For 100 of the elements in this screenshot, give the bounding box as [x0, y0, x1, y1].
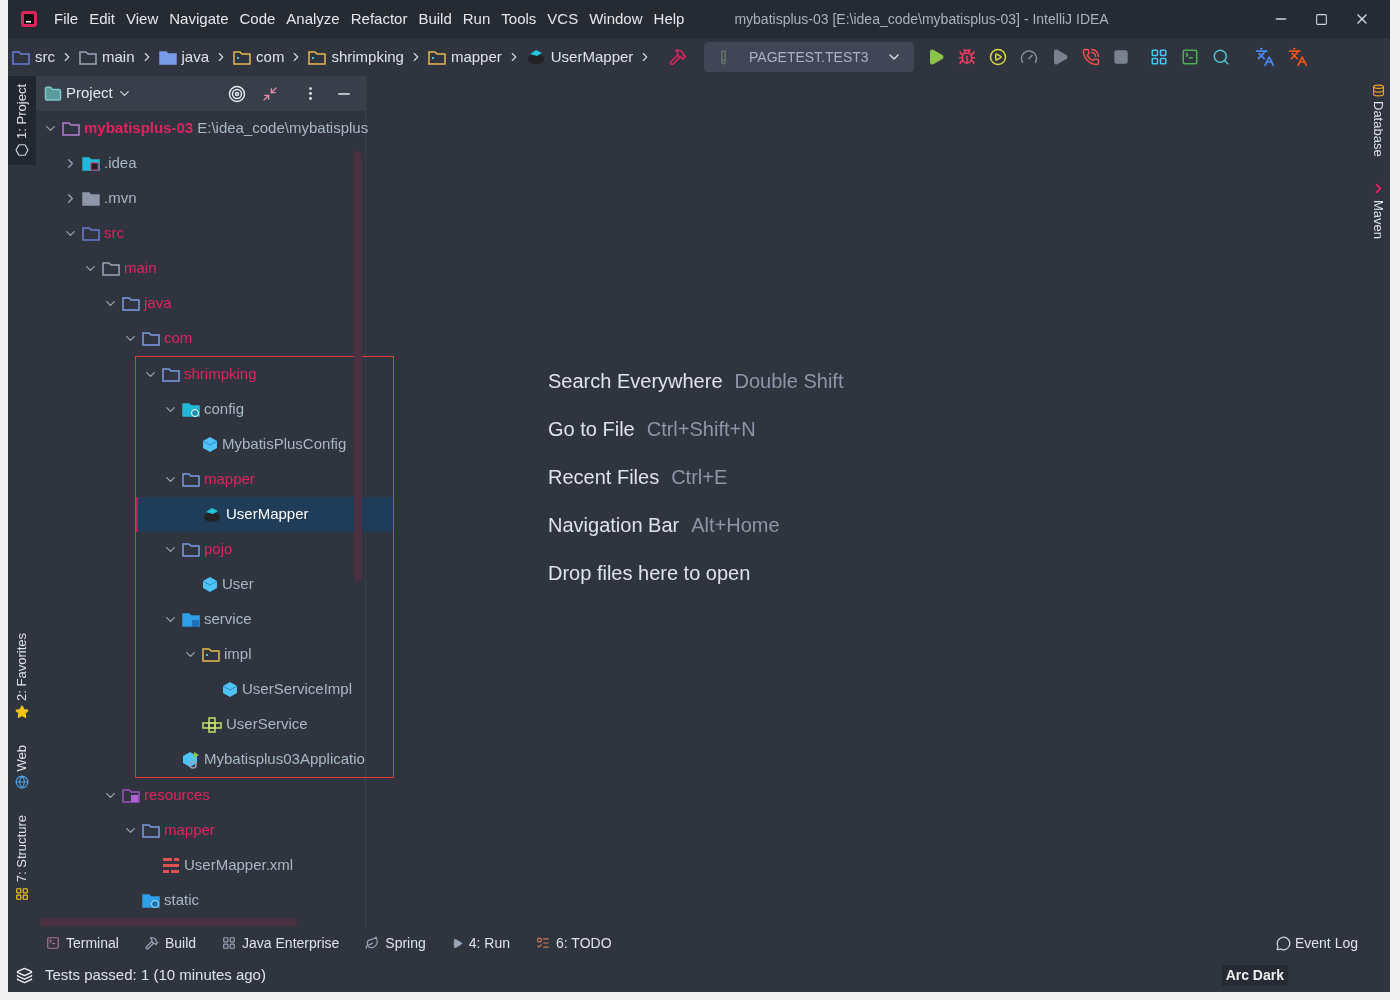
play-icon[interactable] [1051, 48, 1070, 66]
module-icon [15, 142, 29, 157]
tree-item[interactable]: User [136, 567, 393, 602]
menu-item[interactable]: Navigate [169, 7, 229, 31]
hexagon-icon [202, 436, 218, 453]
translate-icon[interactable] [1288, 47, 1309, 67]
coverage-icon[interactable] [989, 48, 1008, 66]
tree-item[interactable]: static [36, 883, 365, 918]
tool-window-tab[interactable]: 2: Favorites [8, 624, 36, 727]
tree-item[interactable]: .idea [36, 146, 365, 181]
locate-icon[interactable] [228, 84, 246, 103]
breadcrumb-item[interactable]: com [256, 45, 285, 69]
menu-item[interactable]: Code [239, 7, 276, 31]
status-message: Tests passed: 1 (10 minutes ago) [45, 964, 266, 985]
menu-item[interactable]: Run [462, 7, 491, 31]
panel-title[interactable]: Project [66, 82, 113, 105]
run-config-dropdown[interactable]: PAGETEST.TEST3 [704, 42, 915, 72]
tool-window-tab[interactable]: Terminal [46, 932, 119, 954]
folder-icon [102, 261, 120, 276]
tree-item[interactable]: .mvn [36, 181, 365, 216]
folder-icon [233, 49, 252, 65]
maximize-icon[interactable] [1315, 12, 1328, 26]
tool-window-tab[interactable]: Maven [1368, 180, 1388, 239]
item-path: E:\idea_code\mybatisplus [197, 118, 369, 139]
item-label: Mybatisplus03Applicatio [204, 749, 365, 770]
tool-window-tab[interactable]: Build [144, 932, 197, 954]
breadcrumb-item[interactable]: java [181, 45, 210, 69]
item-label: impl [224, 644, 252, 665]
item-label: resources [144, 785, 210, 806]
tool-window-tab[interactable]: Web [8, 736, 36, 798]
tree-item[interactable]: UserServiceImpl [136, 672, 393, 707]
hammer-icon[interactable] [669, 48, 688, 66]
structure-icon [15, 886, 29, 901]
folder-icon [182, 542, 200, 557]
breadcrumb-item[interactable]: shrimpking [331, 45, 404, 69]
bird-icon [202, 506, 222, 523]
item-label: mapper [164, 820, 215, 841]
hexagon-icon [182, 750, 200, 769]
search-icon[interactable] [1212, 48, 1231, 66]
folder-icon [79, 49, 97, 65]
menu-item[interactable]: Analyze [286, 7, 340, 31]
gauge-icon[interactable] [1020, 48, 1039, 66]
collapse-icon[interactable] [262, 85, 278, 102]
tool-window-tab[interactable]: Spring [365, 932, 426, 954]
item-label: static [164, 890, 199, 911]
item-label: .idea [104, 153, 137, 174]
globe-icon [15, 775, 29, 790]
breadcrumb-item[interactable]: main [102, 45, 135, 69]
terminal-icon[interactable] [1181, 48, 1200, 66]
tree-item[interactable]: MybatisPlusConfig [136, 427, 393, 462]
menu-item[interactable]: Refactor [350, 7, 408, 31]
tool-window-tab[interactable]: Database [1368, 84, 1388, 157]
breadcrumb-item[interactable]: src [35, 45, 55, 69]
tool-window-tab[interactable]: 4: Run [451, 932, 511, 954]
tool-window-tab[interactable]: 1: Project [8, 76, 36, 165]
theme-label[interactable]: Arc Dark [1221, 964, 1288, 986]
balloon-icon [1275, 935, 1291, 951]
menu-item[interactable]: Edit [89, 7, 116, 31]
grid-icon [222, 936, 237, 950]
tool-window-tab[interactable]: 7: Structure [8, 807, 36, 909]
translate-icon[interactable] [1255, 47, 1276, 67]
tree-item[interactable]: UserService [136, 707, 393, 742]
event-log-button[interactable]: Event Log [1275, 932, 1358, 954]
breadcrumb-item[interactable]: UserMapper [550, 45, 634, 69]
menu-item[interactable]: Window [589, 7, 643, 31]
window-title: mybatisplus-03 [E:\idea_code\mybatisplus-03] - IntelliJ IDEA [734, 9, 1109, 29]
tree-item[interactable]: impl [136, 637, 393, 672]
hint-action: Drop files here to open [548, 561, 751, 586]
folder-icon [182, 472, 200, 487]
run-icon[interactable] [927, 48, 946, 66]
menu-item[interactable]: View [126, 7, 159, 31]
scrollbar[interactable] [40, 918, 297, 926]
menu-item[interactable]: Help [653, 7, 685, 31]
tool-window-tab[interactable]: Java Enterprise [222, 932, 340, 954]
tree-item[interactable]: UserMapper [136, 497, 393, 532]
folder-icon [44, 84, 62, 103]
tool-window-tab[interactable]: 6: TODO [536, 932, 612, 954]
folder-icon [12, 49, 30, 65]
item-label: UserServiceImpl [242, 679, 353, 700]
menu-item[interactable]: File [54, 7, 79, 31]
menu-item[interactable]: Build [418, 7, 452, 31]
tree-item[interactable]: service [136, 602, 393, 637]
tree-item[interactable]: config [136, 392, 393, 427]
phone-icon[interactable] [1082, 48, 1101, 66]
database-icon [1371, 84, 1385, 97]
bug-icon[interactable] [958, 48, 977, 66]
breadcrumb-item[interactable]: mapper [450, 45, 502, 69]
xml-file-icon [162, 857, 180, 874]
folder-icon [82, 226, 100, 241]
scrollbar[interactable] [354, 151, 362, 581]
stop-icon[interactable] [1113, 49, 1130, 65]
item-label: UserMapper.xml [184, 855, 294, 876]
folder-icon [182, 612, 200, 627]
tree-item[interactable]: Mybatisplus03Applicatio [136, 742, 393, 777]
item-label: MybatisPlusConfig [222, 434, 347, 455]
hint-action: Search Everywhere [548, 369, 723, 394]
tree-item[interactable]: UserMapper.xml [36, 848, 365, 883]
grid-icon[interactable] [1150, 48, 1169, 66]
menu-item[interactable]: Tools [501, 7, 537, 31]
menu-item[interactable]: VCS [547, 7, 579, 31]
